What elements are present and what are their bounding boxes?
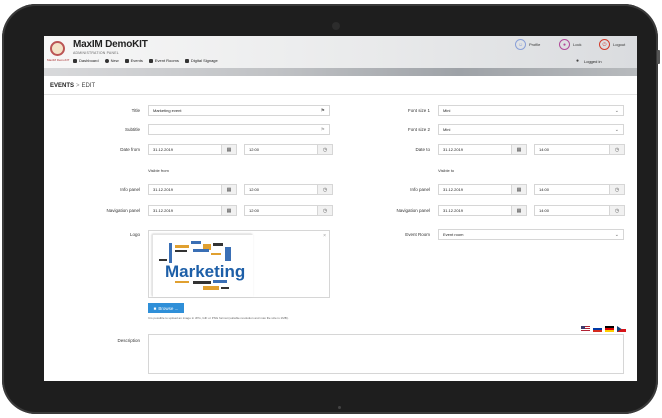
- calendar-icon[interactable]: ▦: [221, 184, 237, 195]
- logged-in-status: Logged in: [584, 59, 602, 64]
- nav-item-dashboard[interactable]: Dashboard: [73, 58, 99, 63]
- calendar-icon[interactable]: ▦: [511, 205, 527, 216]
- user-icon: ☺: [515, 39, 526, 50]
- grid-icon: [184, 58, 189, 63]
- nav-to-time-input[interactable]: 14:00: [534, 205, 610, 216]
- info-from-date-input[interactable]: 31.12.2019: [148, 184, 222, 195]
- info-to-time-input[interactable]: 14:00: [534, 184, 610, 195]
- browse-button[interactable]: ■ Browse ...: [148, 303, 184, 313]
- user-lock-icon: ●: [576, 58, 580, 64]
- clock-icon[interactable]: ◷: [609, 144, 625, 155]
- date-from-label: Date from: [120, 147, 140, 152]
- us-flag-icon[interactable]: [581, 326, 590, 332]
- date-to-input[interactable]: 31.12.2019: [438, 144, 512, 155]
- home-dot: [338, 406, 341, 409]
- power-icon: ⏻: [599, 39, 610, 50]
- cz-flag-icon[interactable]: [617, 326, 626, 332]
- app-logo-icon[interactable]: [50, 41, 65, 56]
- subtitle-label: Subtitle: [124, 127, 140, 132]
- logo-caption: MaxIM DemoKIT: [47, 58, 70, 62]
- app-screen: MaxIM DemoKIT MaxIM DemoKIT ADMINISTRATI…: [44, 36, 637, 381]
- nav-to-date-input[interactable]: 31.12.2019: [438, 205, 512, 216]
- clock-icon[interactable]: ◷: [609, 184, 625, 195]
- description-label: Description: [117, 338, 140, 343]
- side-button: [657, 50, 660, 64]
- calendar-icon[interactable]: ▦: [511, 184, 527, 195]
- chevron-down-icon: ⌄: [614, 108, 619, 114]
- logo-label: Logo: [129, 232, 140, 237]
- time-from-input[interactable]: 12:00: [244, 144, 318, 155]
- upload-hint: It is possible to upload an image in JPG…: [148, 316, 289, 320]
- date-to-label: Date to: [415, 147, 430, 152]
- logo-image-text: Marketing: [165, 262, 245, 281]
- flag-icon: ⚑: [320, 108, 325, 114]
- nav-item-event-rooms[interactable]: Event Rooms: [148, 58, 179, 63]
- home-icon: [73, 58, 77, 63]
- logo-upload-box[interactable]: Marketing ×: [148, 230, 330, 298]
- nav-panel-to-label: Navigation panel: [396, 208, 430, 213]
- nav-item-digital-signage[interactable]: Digital Signage: [184, 58, 218, 63]
- remove-icon[interactable]: ×: [323, 233, 326, 239]
- info-panel-to-label: Info panel: [410, 187, 430, 192]
- flag-icon: ⚑: [320, 127, 325, 133]
- event-room-select[interactable]: Event room ⌄: [438, 229, 624, 240]
- profile-link[interactable]: ☺ Profile: [515, 39, 540, 50]
- clock-icon[interactable]: ◷: [317, 184, 333, 195]
- event-room-label: Event Room: [405, 232, 430, 237]
- info-to-date-input[interactable]: 31.12.2019: [438, 184, 512, 195]
- font-size-1-label: Font size 1: [407, 108, 430, 113]
- subtitle-input[interactable]: ⚑: [148, 124, 330, 135]
- lock-icon: ●: [559, 39, 570, 50]
- font-size-2-label: Font size 2: [407, 127, 430, 132]
- camera-icon: [332, 22, 340, 30]
- plus-circle-icon: [104, 58, 109, 63]
- info-panel-label: Info panel: [120, 187, 140, 192]
- time-to-input[interactable]: 14:00: [534, 144, 610, 155]
- app-subtitle: ADMINISTRATION PANEL: [73, 51, 119, 55]
- date-from-input[interactable]: 31.12.2019: [148, 144, 222, 155]
- language-flags: [581, 326, 626, 332]
- divider: [44, 94, 637, 95]
- nav-item-events[interactable]: Events: [124, 58, 143, 63]
- list-icon: [124, 58, 129, 63]
- top-bar: MaxIM DemoKIT MaxIM DemoKIT ADMINISTRATI…: [44, 36, 637, 68]
- breadcrumb-page: EDIT: [81, 83, 96, 89]
- calendar-icon[interactable]: ▦: [511, 144, 527, 155]
- description-textarea[interactable]: [148, 334, 624, 374]
- logo-thumbnail: Marketing: [152, 234, 253, 297]
- lock-link[interactable]: ● Lock: [559, 39, 581, 50]
- logout-link[interactable]: ⏻ Logout: [599, 39, 625, 50]
- main-nav: Dashboard New Events Event Rooms Digital…: [73, 58, 218, 63]
- app-title: MaxIM DemoKIT: [73, 39, 148, 50]
- chevron-down-icon: ⌄: [614, 127, 619, 133]
- clock-icon[interactable]: ◷: [609, 205, 625, 216]
- clock-icon[interactable]: ◷: [317, 144, 333, 155]
- chevron-down-icon: ⌄: [614, 232, 619, 238]
- info-from-time-input[interactable]: 12:00: [244, 184, 318, 195]
- de-flag-icon[interactable]: [605, 326, 614, 332]
- list-icon: [148, 58, 153, 63]
- title-input[interactable]: Marketing event ⚑: [148, 105, 330, 116]
- header-strip: [44, 68, 637, 76]
- folder-icon: ■: [153, 305, 157, 311]
- breadcrumb: EVENTS > EDIT: [50, 83, 95, 89]
- visible-to-heading: Visible to: [438, 168, 455, 173]
- nav-panel-label: Navigation panel: [106, 208, 140, 213]
- font-size-1-select[interactable]: Mini ⌄: [438, 105, 624, 116]
- nav-item-new[interactable]: New: [104, 58, 119, 63]
- calendar-icon[interactable]: ▦: [221, 205, 237, 216]
- breadcrumb-separator: >: [76, 83, 80, 89]
- clock-icon[interactable]: ◷: [317, 205, 333, 216]
- breadcrumb-section[interactable]: EVENTS: [50, 83, 74, 89]
- calendar-icon[interactable]: ▦: [221, 144, 237, 155]
- ru-flag-icon[interactable]: [593, 326, 602, 332]
- marketing-wordcloud-image: Marketing: [153, 235, 253, 297]
- font-size-2-select[interactable]: Mini ⌄: [438, 124, 624, 135]
- visible-from-heading: Visible from: [148, 168, 169, 173]
- title-label: Title: [131, 108, 140, 113]
- nav-from-date-input[interactable]: 31.12.2019: [148, 205, 222, 216]
- nav-from-time-input[interactable]: 12:00: [244, 205, 318, 216]
